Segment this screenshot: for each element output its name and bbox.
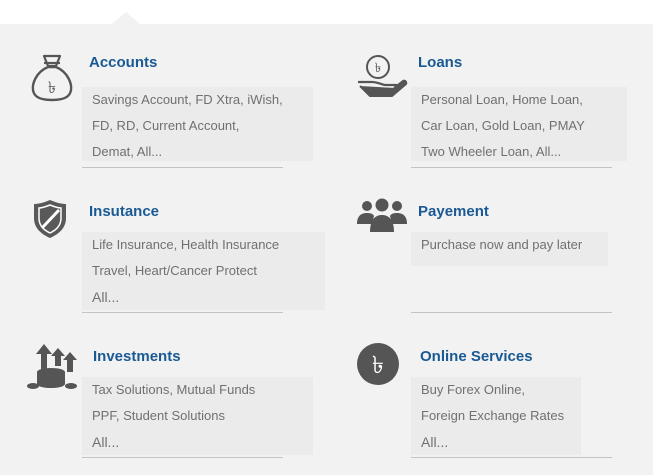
online-services-description[interactable]: Buy Forex Online, Foreign Exchange Rates… — [411, 377, 581, 455]
loans-description[interactable]: Personal Loan, Home Loan, Car Loan, Gold… — [411, 87, 627, 161]
payment-line-1[interactable]: Purchase now and pay later — [421, 232, 598, 258]
dropdown-caret — [112, 12, 140, 24]
accounts-line-2[interactable]: FD, RD, Current Account, — [92, 113, 303, 139]
online-services-line-2[interactable]: Foreign Exchange Rates — [421, 403, 571, 429]
investments-line-2[interactable]: PPF, Student Solutions — [92, 403, 303, 429]
loans-line-2[interactable]: Car Loan, Gold Loan, PMAY — [421, 113, 617, 139]
loans-divider — [411, 167, 612, 168]
online-services-divider — [411, 457, 612, 458]
payment-description[interactable]: Purchase now and pay later — [411, 232, 608, 266]
shield-icon — [34, 200, 66, 238]
insurance-all-link[interactable]: All... — [92, 284, 315, 310]
payment-title[interactable]: Payement — [418, 203, 489, 220]
accounts-line-3[interactable]: Demat, All... — [92, 139, 303, 165]
accounts-description[interactable]: Savings Account, FD Xtra, iWish, FD, RD,… — [82, 87, 313, 161]
hand-holding-coin-icon: ৳ — [358, 55, 408, 97]
rupee-circle-icon: ৳ — [357, 343, 399, 385]
insurance-title[interactable]: Insutance — [89, 203, 159, 220]
loans-line-3[interactable]: Two Wheeler Loan, All... — [421, 139, 617, 165]
svg-text:৳: ৳ — [375, 61, 381, 76]
money-bag-rupee-icon: ৳ — [31, 54, 73, 102]
people-group-icon — [357, 198, 407, 232]
investments-divider — [82, 457, 283, 458]
payment-divider — [411, 312, 612, 313]
svg-text:৳: ৳ — [48, 78, 56, 97]
accounts-line-1[interactable]: Savings Account, FD Xtra, iWish, — [92, 87, 303, 113]
online-services-line-1[interactable]: Buy Forex Online, — [421, 377, 571, 403]
online-services-title[interactable]: Online Services — [420, 348, 533, 365]
loans-line-1[interactable]: Personal Loan, Home Loan, — [421, 87, 617, 113]
online-services-all-link[interactable]: All... — [421, 429, 571, 455]
accounts-title[interactable]: Accounts — [89, 54, 157, 71]
investments-line-1[interactable]: Tax Solutions, Mutual Funds — [92, 377, 303, 403]
insurance-line-2[interactable]: Travel, Heart/Cancer Protect — [92, 258, 315, 284]
insurance-line-1[interactable]: Life Insurance, Health Insurance — [92, 232, 315, 258]
loans-title[interactable]: Loans — [418, 54, 462, 71]
coins-growth-icon — [27, 344, 77, 389]
investments-all-link[interactable]: All... — [92, 429, 303, 455]
investments-title[interactable]: Investments — [93, 348, 181, 365]
insurance-divider — [82, 312, 283, 313]
insurance-description[interactable]: Life Insurance, Health Insurance Travel,… — [82, 232, 325, 310]
investments-description[interactable]: Tax Solutions, Mutual Funds PPF, Student… — [82, 377, 313, 455]
accounts-divider — [82, 167, 283, 168]
svg-text:৳: ৳ — [372, 351, 384, 379]
